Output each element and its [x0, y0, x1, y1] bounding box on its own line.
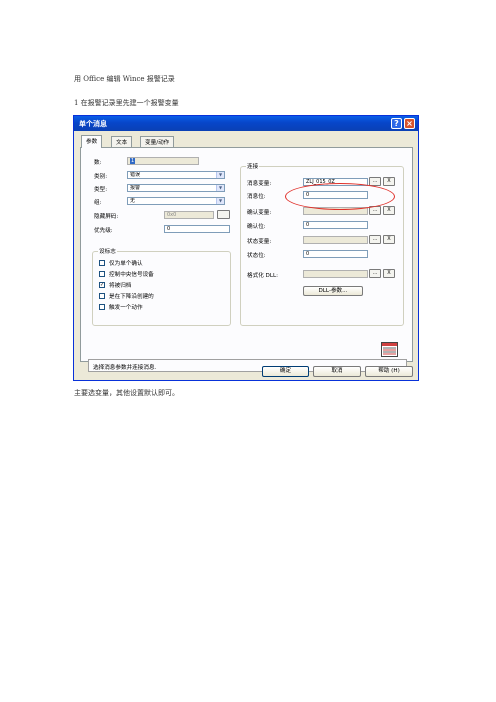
ack-bit-field[interactable]: 0 [303, 221, 368, 229]
status-variable-field [303, 236, 368, 244]
connection-group-title: 连接 [246, 162, 260, 170]
falling-edge-checkbox[interactable] [99, 293, 105, 299]
number-field: 1 [127, 157, 199, 165]
group-select[interactable]: 无 ▼ [127, 197, 225, 205]
archive-label: 将被归档 [109, 283, 132, 289]
single-message-dialog: 单个消息 ? × 参数 文本 变量/动作 数: 1 类别: 错误 ▼ 类型: 报… [73, 115, 419, 381]
hidden-mask-button[interactable] [217, 210, 230, 219]
category-select[interactable]: 错误 ▼ [127, 171, 225, 179]
ack-bit-label: 确认位: [247, 224, 266, 230]
ack-variable-field [303, 207, 368, 215]
status-variable-browse-button[interactable]: ... [369, 235, 381, 244]
trigger-action-checkbox[interactable] [99, 304, 105, 310]
hidden-mask-label: 隐藏屏码: [94, 214, 119, 220]
central-signal-label: 控制中央信号设备 [109, 272, 154, 278]
close-icon[interactable]: × [404, 118, 415, 129]
ack-variable-browse-button[interactable]: ... [369, 206, 381, 215]
trigger-action-label: 触发一个动作 [109, 305, 143, 311]
ok-button[interactable]: 确定 [262, 366, 309, 377]
status-bit-field[interactable]: 0 [303, 250, 368, 258]
message-variable-field[interactable]: ZLJ_015_0Z [303, 178, 368, 186]
status-bit-label: 状态位: [247, 253, 266, 259]
dialog-titlebar: 单个消息 ? × [74, 116, 418, 131]
archive-checkbox[interactable]: ✓ [99, 282, 105, 288]
message-variable-browse-button[interactable]: ... [369, 177, 381, 186]
flags-group-title: 设标志 [98, 247, 117, 255]
document-heading: 用 Office 编辑 Wince 报警记录 [74, 75, 175, 83]
single-ack-checkbox[interactable] [99, 260, 105, 266]
tab-variable-action[interactable]: 变量/动作 [140, 136, 175, 147]
status-variable-label: 状态变量: [247, 239, 272, 245]
message-bit-label: 消息位: [247, 194, 266, 200]
tab-parameters[interactable]: 参数 [81, 135, 103, 148]
chevron-down-icon: ▼ [216, 172, 224, 178]
help-icon[interactable]: ? [391, 118, 402, 129]
number-label: 数: [94, 160, 102, 166]
group-label: 组: [94, 200, 102, 206]
format-dll-label: 格式化 DLL: [247, 273, 278, 279]
central-signal-checkbox[interactable] [99, 271, 105, 277]
format-dll-browse-button[interactable]: ... [369, 269, 381, 278]
ack-variable-clear-button[interactable]: X [383, 206, 395, 215]
dll-params-button[interactable]: DLL-参数... [303, 286, 363, 296]
step-1-text: 1 在报警记录里先建一个报警变量 [74, 99, 179, 107]
chevron-down-icon: ▼ [216, 185, 224, 191]
cancel-button[interactable]: 取消 [313, 366, 361, 377]
flags-group: 设标志 仅为单个确认 控制中央信号设备 ✓ 将被归档 是在下降沿创建的 触发一个… [92, 247, 231, 326]
connection-group: 连接 消息变量: ZLJ_015_0Z ... X 消息位: 0 确认变量: .… [240, 162, 404, 326]
status-text: 选择消息参数并连接消息. [93, 365, 157, 371]
ack-variable-label: 确认变量: [247, 210, 272, 216]
single-ack-label: 仅为单个确认 [109, 261, 143, 267]
message-variable-clear-button[interactable]: X [383, 177, 395, 186]
tab-text[interactable]: 文本 [111, 136, 133, 147]
message-bit-field[interactable]: 0 [303, 191, 368, 199]
falling-edge-label: 是在下降沿创建的 [109, 294, 154, 300]
format-dll-clear-button[interactable]: X [383, 269, 395, 278]
message-variable-label: 消息变量: [247, 181, 272, 187]
chevron-down-icon: ▼ [216, 198, 224, 204]
help-button[interactable]: 帮助 (H) [365, 366, 413, 377]
dialog-title: 单个消息 [79, 120, 107, 128]
type-select[interactable]: 报警 ▼ [127, 184, 225, 192]
category-label: 类别: [94, 174, 108, 180]
type-label: 类型: [94, 187, 108, 193]
parameters-panel: 数: 1 类别: 错误 ▼ 类型: 报警 ▼ 组: 无 ▼ 隐藏屏码: 0x0 … [80, 147, 413, 372]
hidden-mask-field: 0x0 [164, 211, 214, 219]
note-text: 主要选变量，其他设置默认即可。 [74, 389, 179, 397]
status-variable-clear-button[interactable]: X [383, 235, 395, 244]
message-table-icon [381, 342, 398, 357]
priority-label: 优先级: [94, 228, 113, 234]
priority-field[interactable]: 0 [164, 225, 230, 233]
format-dll-field [303, 270, 368, 278]
